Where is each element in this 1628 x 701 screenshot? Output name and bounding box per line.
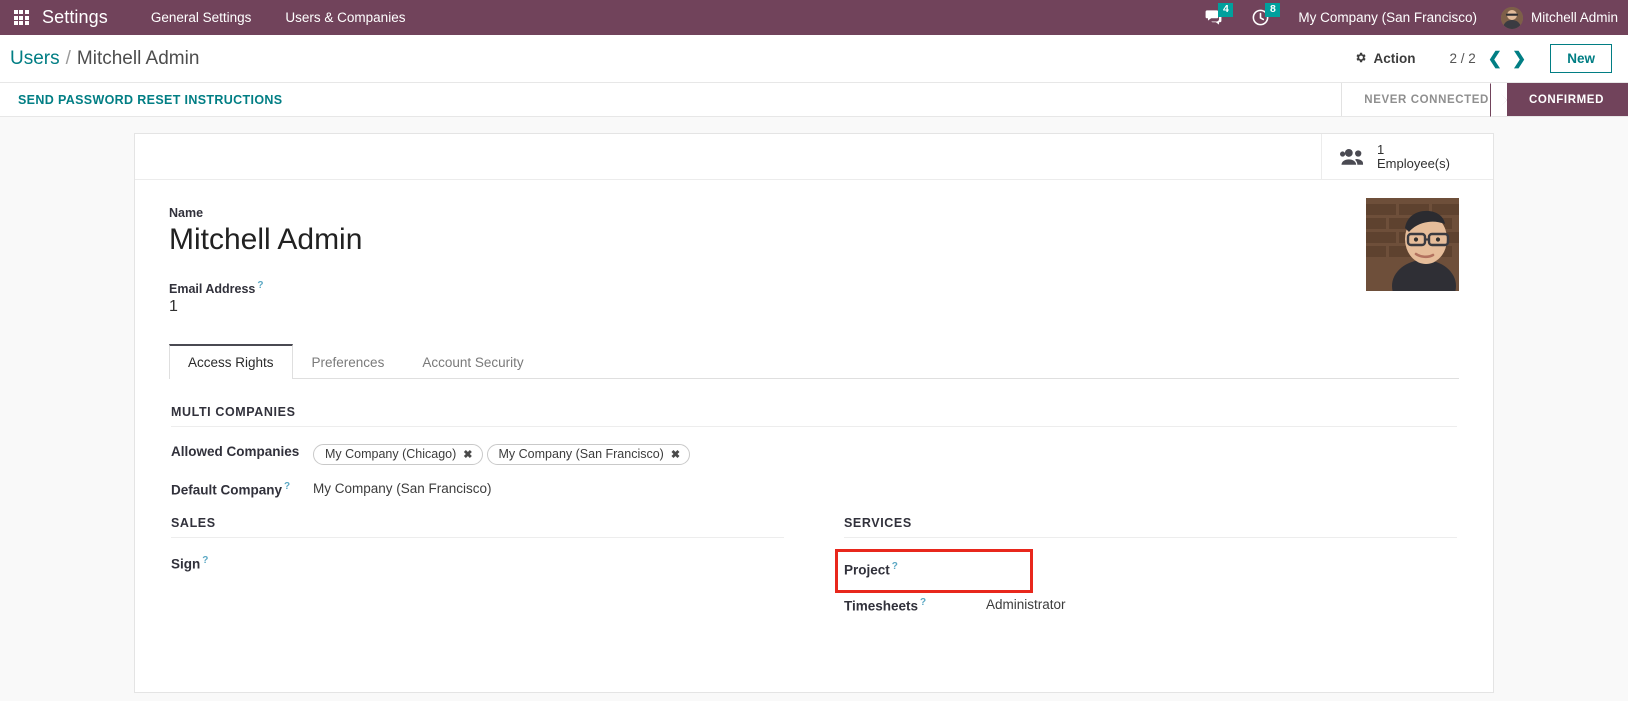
action-menu-button[interactable]: Action <box>1342 46 1427 72</box>
allowed-companies-tags[interactable]: My Company (Chicago) ✖ My Company (San F… <box>313 441 691 466</box>
chevron-right-icon[interactable]: ❯ <box>1512 50 1526 67</box>
messages-button[interactable]: 4 <box>1190 0 1237 35</box>
breadcrumb-current-record: Mitchell Admin <box>76 47 200 69</box>
timesheets-label-text: Timesheets <box>844 598 919 614</box>
default-company-value[interactable]: My Company (San Francisco) <box>313 478 492 496</box>
activities-button[interactable]: 8 <box>1237 0 1284 35</box>
notebook-tabs: Access Rights Preferences Account Securi… <box>169 344 1459 380</box>
group-title-sales: SALES <box>171 516 784 539</box>
send-password-reset-instructions-button[interactable]: SEND PASSWORD RESET INSTRUCTIONS <box>18 93 282 107</box>
field-project[interactable]: Project? <box>835 549 1033 593</box>
stat-button-label: Employee(s) <box>1377 155 1450 171</box>
help-icon[interactable]: ? <box>284 481 290 492</box>
group-title-multi-companies: MULTI COMPANIES <box>171 405 1457 428</box>
statusbar-stages: NEVER CONNECTED CONFIRMED <box>1341 83 1628 117</box>
sign-label: Sign? <box>171 552 313 572</box>
project-label: Project? <box>844 561 986 578</box>
column-services: SERVICES Project? Timesheets? Administra… <box>835 516 1457 631</box>
tab-access-rights[interactable]: Access Rights <box>169 344 293 380</box>
gear-icon <box>1354 51 1367 67</box>
company-switcher[interactable]: My Company (San Francisco) <box>1284 0 1491 35</box>
email-field-value[interactable]: 1 <box>169 298 1072 316</box>
top-navbar: Settings General Settings Users & Compan… <box>0 0 1628 35</box>
stage-confirmed[interactable]: CONFIRMED <box>1489 83 1628 117</box>
chevron-left-icon[interactable]: ❮ <box>1488 50 1502 67</box>
help-icon[interactable]: ? <box>892 561 898 572</box>
control-panel-right: Action 2 / 2 ❮ ❯ New <box>1342 44 1612 73</box>
new-button[interactable]: New <box>1550 44 1612 73</box>
name-field-label: Name <box>169 206 204 220</box>
users-group-icon <box>1340 147 1366 167</box>
statusbar-buttons: SEND PASSWORD RESET INSTRUCTIONS <box>0 83 1341 116</box>
field-default-company: Default Company? My Company (San Francis… <box>171 478 1457 502</box>
name-field-value[interactable]: Mitchell Admin <box>169 222 1072 258</box>
tag-my-company-chicago[interactable]: My Company (Chicago) ✖ <box>313 444 483 466</box>
record-title-block: Name Mitchell Admin Email Address? 1 <box>169 206 1072 316</box>
action-menu-label: Action <box>1373 51 1416 66</box>
stat-button-box: 1 Employee(s) <box>135 134 1493 180</box>
email-label-text: Email Address <box>169 282 256 297</box>
menu-users-and-companies[interactable]: Users & Companies <box>268 0 422 35</box>
systray: 4 8 My Company (San Francisco) Mitchell … <box>1190 0 1628 35</box>
notebook: Access Rights Preferences Account Securi… <box>169 344 1459 631</box>
breadcrumb-users[interactable]: Users <box>10 48 60 70</box>
messages-count-badge: 4 <box>1218 3 1234 17</box>
tag-my-company-san-francisco[interactable]: My Company (San Francisco) ✖ <box>486 444 691 466</box>
stat-button-text: 1 Employee(s) <box>1377 141 1450 171</box>
sign-label-text: Sign <box>171 556 201 572</box>
control-panel: Users / Mitchell Admin Action 2 / 2 ❮ ❯ … <box>0 35 1628 83</box>
group-title-services: SERVICES <box>844 516 1457 539</box>
allowed-companies-label: Allowed Companies <box>171 444 300 460</box>
menu-general-settings[interactable]: General Settings <box>134 0 269 35</box>
user-menu[interactable]: Mitchell Admin <box>1491 0 1628 35</box>
field-allowed-companies: Allowed Companies My Company (Chicago) ✖… <box>171 441 1457 466</box>
column-sales: SALES Sign? <box>171 516 784 631</box>
access-rights-columns: SALES Sign? SERVICES Project ? Timesheet… <box>171 516 1457 631</box>
timesheets-label: Timesheets? <box>844 594 986 614</box>
notebook-page-access-rights: MULTI COMPANIES Allowed Companies My Com… <box>169 379 1459 631</box>
breadcrumb-separator: / <box>65 47 71 69</box>
form-view-area: 1 Employee(s) Name Mitchell Admin Email … <box>0 117 1628 701</box>
project-label-text: Project <box>844 562 890 578</box>
email-field-label: Email Address? <box>169 280 1072 296</box>
grid-apps-icon <box>13 10 29 25</box>
app-brand-settings[interactable]: Settings <box>42 7 134 28</box>
help-icon[interactable]: ? <box>920 597 926 608</box>
tab-preferences[interactable]: Preferences <box>293 344 404 379</box>
field-sign: Sign? <box>171 552 784 576</box>
record-pager[interactable]: 2 / 2 <box>1427 51 1487 66</box>
tag-label: My Company (Chicago) <box>325 447 457 462</box>
user-photo[interactable] <box>1366 198 1459 291</box>
help-icon[interactable]: ? <box>202 555 208 566</box>
stat-button-employees[interactable]: 1 Employee(s) <box>1321 134 1493 179</box>
timesheets-value[interactable]: Administrator <box>986 594 1066 612</box>
activities-count-badge: 8 <box>1265 3 1281 17</box>
breadcrumb: Users / Mitchell Admin <box>10 48 199 70</box>
stat-button-value: 1 <box>1377 141 1385 157</box>
user-menu-name: Mitchell Admin <box>1530 10 1618 25</box>
tab-account-security[interactable]: Account Security <box>403 344 542 379</box>
help-icon[interactable]: ? <box>257 280 263 291</box>
close-icon[interactable]: ✖ <box>671 448 680 461</box>
close-icon[interactable]: ✖ <box>463 448 472 461</box>
default-company-label: Default Company? <box>171 478 313 498</box>
stage-never-connected[interactable]: NEVER CONNECTED <box>1342 83 1507 116</box>
apps-menu-button[interactable] <box>0 0 42 35</box>
record-status-bar: SEND PASSWORD RESET INSTRUCTIONS NEVER C… <box>0 83 1628 117</box>
field-timesheets: Timesheets? Administrator <box>844 594 1457 618</box>
sheet-body: Name Mitchell Admin Email Address? 1 Acc… <box>135 180 1493 641</box>
default-company-label-text: Default Company <box>171 482 283 498</box>
record-sheet: 1 Employee(s) Name Mitchell Admin Email … <box>134 133 1494 693</box>
tag-label: My Company (San Francisco) <box>498 447 664 462</box>
avatar <box>1500 6 1523 29</box>
pager-navigation: ❮ ❯ <box>1488 50 1543 67</box>
project-value[interactable] <box>844 578 1030 581</box>
